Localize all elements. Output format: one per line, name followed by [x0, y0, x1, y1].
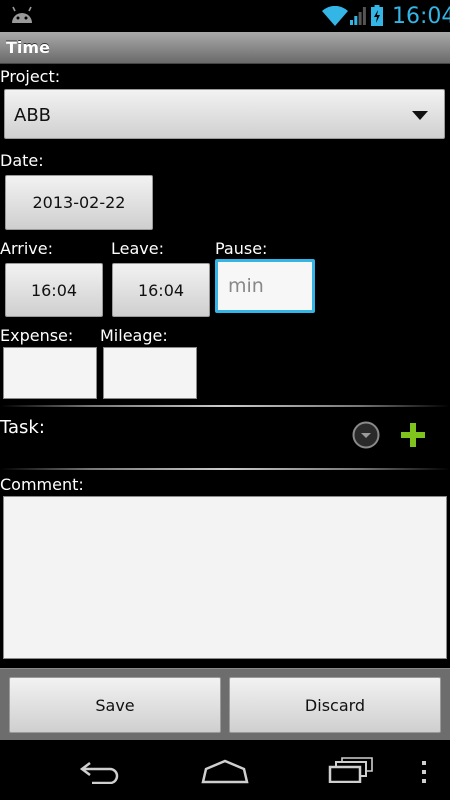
overflow-menu-icon[interactable] [419, 760, 429, 784]
task-label: Task: [0, 417, 45, 438]
expense-label: Expense: [0, 326, 74, 345]
arrive-button[interactable]: 16:04 [5, 263, 103, 317]
divider [0, 468, 450, 470]
android-icon [12, 6, 32, 23]
status-time: 16:04 [392, 4, 450, 29]
comment-textarea[interactable] [3, 496, 447, 659]
recent-apps-icon[interactable] [328, 757, 374, 783]
pause-placeholder: min [228, 275, 264, 297]
divider [0, 405, 450, 407]
dropdown-circle-icon[interactable] [352, 421, 380, 449]
arrive-label: Arrive: [0, 239, 53, 258]
leave-button[interactable]: 16:04 [112, 263, 210, 317]
save-button[interactable]: Save [9, 677, 221, 733]
mileage-label: Mileage: [100, 326, 168, 345]
page-title: Time [6, 38, 50, 57]
plus-icon[interactable] [401, 423, 425, 447]
date-label: Date: [0, 151, 44, 170]
pause-label: Pause: [215, 239, 268, 258]
pause-input[interactable]: min [215, 259, 315, 313]
project-label: Project: [0, 67, 61, 86]
comment-label: Comment: [0, 475, 84, 494]
signal-icon [350, 7, 366, 25]
title-bar: Time [0, 32, 450, 64]
project-spinner[interactable]: ABB [4, 89, 445, 139]
mileage-input[interactable] [103, 347, 197, 399]
project-value: ABB [14, 105, 52, 126]
expense-input[interactable] [3, 347, 97, 399]
status-bar: 16:04 [0, 0, 450, 32]
discard-button[interactable]: Discard [229, 677, 441, 733]
caret-down-icon [412, 111, 428, 120]
home-icon[interactable] [200, 758, 250, 784]
wifi-icon [322, 6, 348, 26]
battery-icon [371, 5, 383, 26]
leave-label: Leave: [111, 239, 164, 258]
back-icon[interactable] [78, 758, 124, 784]
date-button[interactable]: 2013-02-22 [5, 175, 153, 230]
